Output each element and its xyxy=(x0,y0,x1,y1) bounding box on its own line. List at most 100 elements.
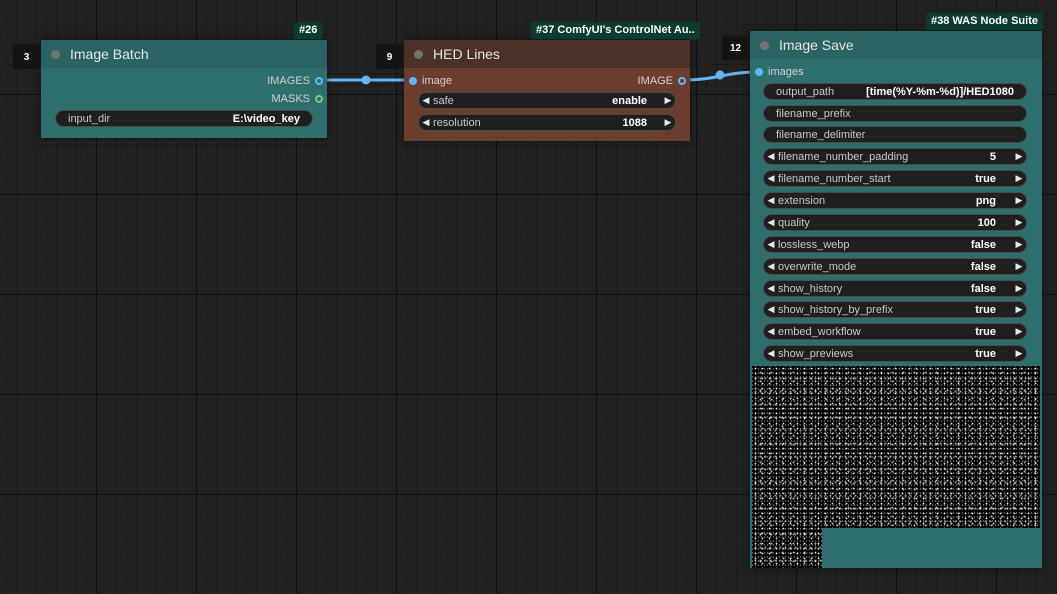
widget-value: true xyxy=(975,347,996,360)
increment-arrow-icon[interactable]: ▶ xyxy=(661,117,675,128)
widget-label: filename_number_padding xyxy=(778,150,909,163)
widget-filename-number-padding[interactable]: ◀ filename_number_padding 5 ▶ xyxy=(763,148,1027,165)
node-header[interactable]: HED Lines xyxy=(404,40,690,68)
widget-resolution[interactable]: ◀ resolution 1088 ▶ xyxy=(418,114,676,131)
widget-label: extension xyxy=(778,194,826,207)
widget-label: output_path xyxy=(776,85,835,98)
widget-show-previews[interactable]: ◀ show_previews true ▶ xyxy=(763,345,1027,362)
input-label-images: images xyxy=(768,66,804,78)
decrement-arrow-icon[interactable]: ◀ xyxy=(764,239,778,250)
widget-extension[interactable]: ◀ extension png ▶ xyxy=(763,192,1027,209)
widget-input-dir[interactable]: input_dir E:\video_key xyxy=(55,110,313,127)
output-label-images: IMAGES xyxy=(267,75,310,87)
widget-label: filename_prefix xyxy=(776,107,851,120)
widget-show-history-by-prefix[interactable]: ◀ show_history_by_prefix true ▶ xyxy=(763,301,1027,318)
node-id-tag: #26 xyxy=(294,22,323,39)
widget-filename-number-start[interactable]: ◀ filename_number_start true ▶ xyxy=(763,170,1027,187)
widget-value: false xyxy=(970,282,996,295)
decrement-arrow-icon[interactable]: ◀ xyxy=(764,173,778,184)
widget-value: 100 xyxy=(977,216,996,229)
widget-value: true xyxy=(975,325,996,338)
output-label-image: IMAGE xyxy=(637,75,673,87)
link-hed-to-save[interactable] xyxy=(681,70,761,82)
node-image-batch[interactable]: Image Batch IMAGES MASKS input_dir E:\vi… xyxy=(41,40,327,138)
collapse-dot-icon[interactable] xyxy=(760,40,769,50)
widget-show-history[interactable]: ◀ show_history false ▶ xyxy=(763,280,1027,297)
widget-label: lossless_webp xyxy=(778,238,850,251)
widget-value: true xyxy=(975,303,996,316)
decrement-arrow-icon[interactable]: ◀ xyxy=(764,304,778,315)
node-title: Image Batch xyxy=(70,46,149,62)
link-midpoint-2[interactable] xyxy=(715,70,725,80)
widget-label: quality xyxy=(778,216,810,229)
node-title: HED Lines xyxy=(433,46,500,62)
output-socket-image[interactable] xyxy=(678,77,686,85)
widget-value: [time(%Y-%m-%d)]/HED1080 xyxy=(866,85,1014,98)
decrement-arrow-icon[interactable]: ◀ xyxy=(419,117,433,128)
widget-output-path[interactable]: output_path [time(%Y-%m-%d)]/HED1080 xyxy=(763,83,1027,100)
node-header[interactable]: Image Save xyxy=(750,31,1042,59)
decrement-arrow-icon[interactable]: ◀ xyxy=(764,195,778,206)
increment-arrow-icon[interactable]: ▶ xyxy=(1012,239,1026,250)
widget-overwrite-mode[interactable]: ◀ overwrite_mode false ▶ xyxy=(763,258,1027,275)
increment-arrow-icon[interactable]: ▶ xyxy=(1012,326,1026,337)
widget-safe[interactable]: ◀ safe enable ▶ xyxy=(418,92,676,109)
node-order-badge: 9 xyxy=(376,45,403,69)
widget-lossless-webp[interactable]: ◀ lossless_webp false ▶ xyxy=(763,236,1027,253)
node-id-tag: #38 WAS Node Suite xyxy=(926,13,1043,30)
widget-value: false xyxy=(970,260,996,273)
widget-value: enable xyxy=(612,94,647,107)
widget-label: embed_workflow xyxy=(778,325,861,338)
widget-filename-delimiter[interactable]: filename_delimiter xyxy=(763,126,1027,143)
widget-label: safe xyxy=(433,94,454,107)
widget-label: filename_number_start xyxy=(778,172,891,185)
input-label-image: image xyxy=(422,75,452,87)
increment-arrow-icon[interactable]: ▶ xyxy=(1012,348,1026,359)
widget-filename-prefix[interactable]: filename_prefix xyxy=(763,105,1027,122)
widget-quality[interactable]: ◀ quality 100 ▶ xyxy=(763,214,1027,231)
widget-label: resolution xyxy=(433,116,481,129)
input-socket-images[interactable] xyxy=(755,68,763,76)
widget-label: overwrite_mode xyxy=(778,260,857,273)
node-header[interactable]: Image Batch xyxy=(41,40,327,68)
output-socket-masks[interactable] xyxy=(315,95,323,103)
widget-value: 5 xyxy=(989,150,996,163)
increment-arrow-icon[interactable]: ▶ xyxy=(1012,261,1026,272)
decrement-arrow-icon[interactable]: ◀ xyxy=(764,283,778,294)
node-id-tag: #37 ComfyUI's ControlNet Au.. xyxy=(531,22,700,39)
collapse-dot-icon[interactable] xyxy=(414,49,423,59)
decrement-arrow-icon[interactable]: ◀ xyxy=(419,95,433,106)
preview-background xyxy=(822,528,1040,568)
decrement-arrow-icon[interactable]: ◀ xyxy=(764,217,778,228)
output-label-masks: MASKS xyxy=(271,93,310,105)
increment-arrow-icon[interactable]: ▶ xyxy=(1012,151,1026,162)
decrement-arrow-icon[interactable]: ◀ xyxy=(764,326,778,337)
increment-arrow-icon[interactable]: ▶ xyxy=(1012,283,1026,294)
widget-label: show_history xyxy=(778,282,843,295)
widget-label: input_dir xyxy=(68,112,111,125)
node-order-badge: 3 xyxy=(13,45,40,69)
node-order-badge: 12 xyxy=(722,36,749,60)
decrement-arrow-icon[interactable]: ◀ xyxy=(764,261,778,272)
node-hed-lines[interactable]: HED Lines image IMAGE ◀ safe enable ▶ ◀ … xyxy=(404,40,690,141)
decrement-arrow-icon[interactable]: ◀ xyxy=(764,151,778,162)
decrement-arrow-icon[interactable]: ◀ xyxy=(764,348,778,359)
widget-embed-workflow[interactable]: ◀ embed_workflow true ▶ xyxy=(763,323,1027,340)
widget-value: png xyxy=(975,194,996,207)
node-title: Image Save xyxy=(779,37,854,53)
widget-value: E:\video_key xyxy=(232,112,300,125)
widget-value: true xyxy=(975,172,996,185)
increment-arrow-icon[interactable]: ▶ xyxy=(1012,173,1026,184)
widget-value: false xyxy=(970,238,996,251)
increment-arrow-icon[interactable]: ▶ xyxy=(661,95,675,106)
increment-arrow-icon[interactable]: ▶ xyxy=(1012,304,1026,315)
increment-arrow-icon[interactable]: ▶ xyxy=(1012,195,1026,206)
widget-label: filename_delimiter xyxy=(776,128,866,141)
link-midpoint-1[interactable] xyxy=(361,75,371,85)
input-socket-image[interactable] xyxy=(409,77,417,85)
widget-label: show_history_by_prefix xyxy=(778,303,893,316)
widget-value: 1088 xyxy=(622,116,647,129)
output-socket-images[interactable] xyxy=(315,77,323,85)
increment-arrow-icon[interactable]: ▶ xyxy=(1012,217,1026,228)
collapse-dot-icon[interactable] xyxy=(51,49,60,59)
